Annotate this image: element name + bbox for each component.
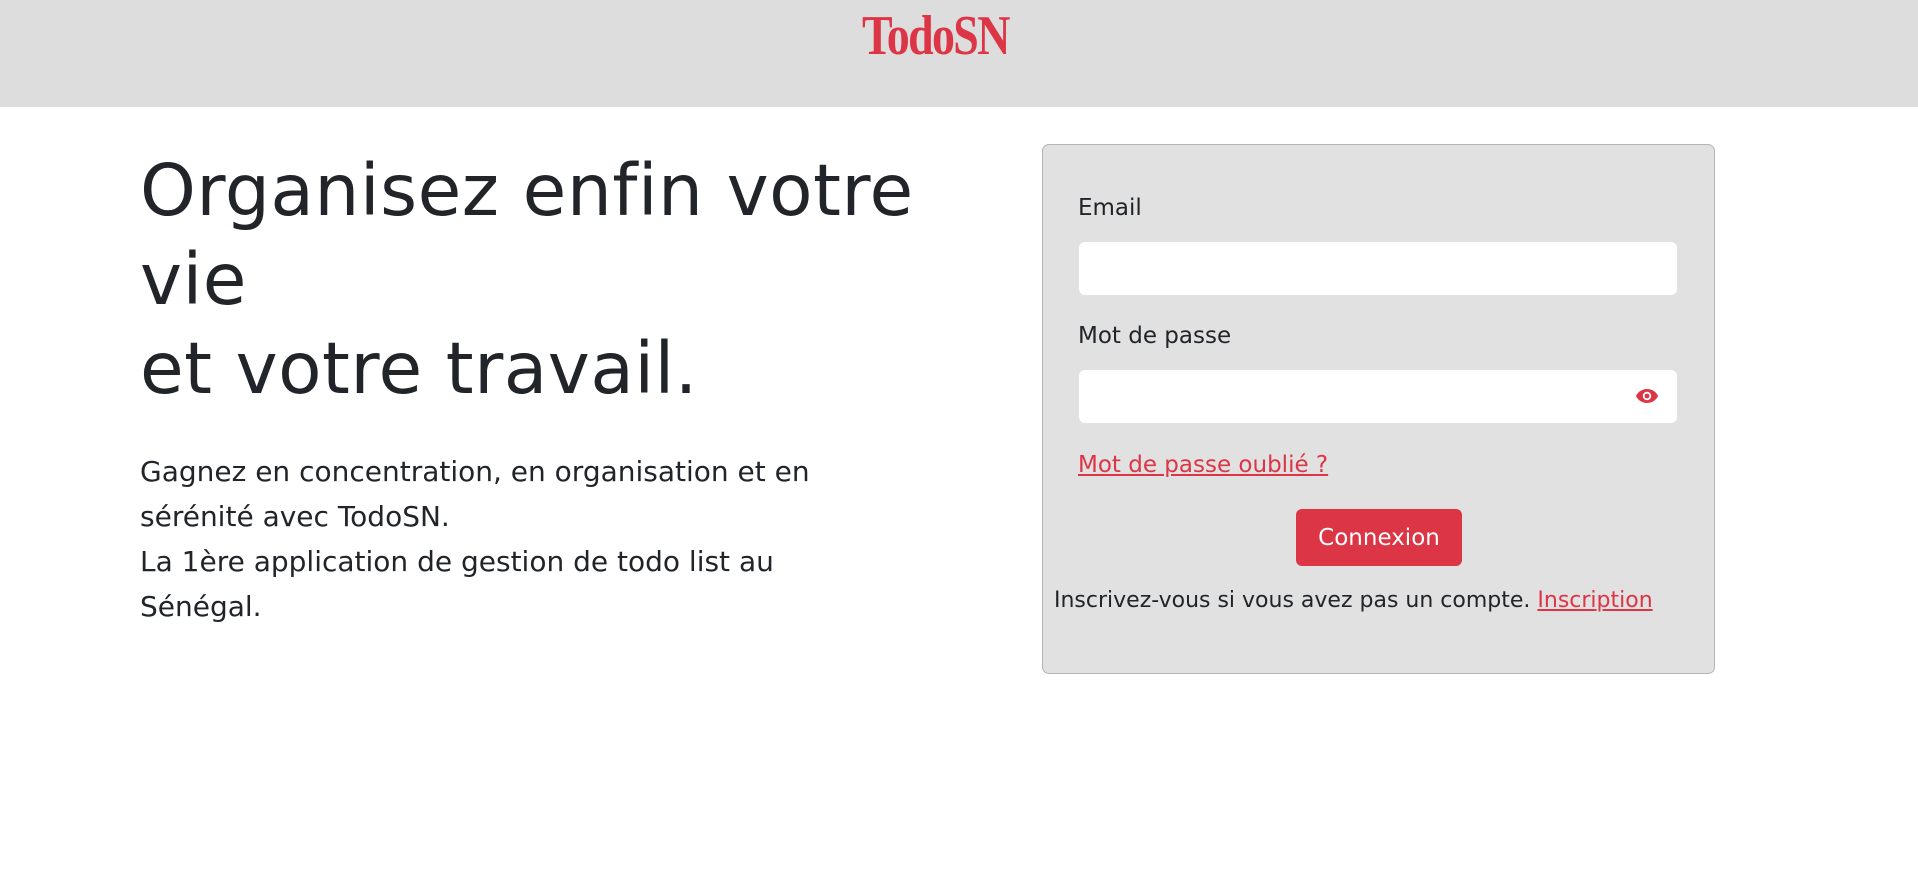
eye-icon[interactable] <box>1632 384 1662 408</box>
hero-title-line: vie <box>140 238 247 321</box>
hero-description-line: La 1ère application de gestion de todo l… <box>140 545 774 578</box>
hero-description: Gagnez en concentration, en organisation… <box>140 449 900 629</box>
eye-icon-graphic <box>1636 389 1658 403</box>
hero-title-line: et votre travail. <box>140 327 698 410</box>
signup-prompt: Inscrivez-vous si vous avez pas un compt… <box>1054 588 1706 613</box>
hero-description-line: sérénité avec TodoSN. <box>140 500 450 533</box>
signup-prompt-text: Inscrivez-vous si vous avez pas un compt… <box>1054 588 1531 613</box>
todosn-logo[interactable]: TodoSN <box>862 6 1010 66</box>
login-card: Email Mot de passe Mot de passe oublié ?… <box>1042 144 1715 674</box>
forgot-password-link[interactable]: Mot de passe oublié ? <box>1078 452 1328 478</box>
signup-link[interactable]: Inscription <box>1537 588 1652 613</box>
hero-description-line: Gagnez en concentration, en organisation… <box>140 455 810 488</box>
email-label: Email <box>1078 195 1142 221</box>
password-field[interactable] <box>1078 369 1678 424</box>
login-button[interactable]: Connexion <box>1296 509 1462 566</box>
hero-title-line: Organisez enfin votre <box>140 149 914 232</box>
hero-title: Organisez enfin votre vie et votre trava… <box>140 146 970 413</box>
top-header: TodoSN <box>0 0 1918 107</box>
hero-description-line: Sénégal. <box>140 590 262 623</box>
email-field[interactable] <box>1078 241 1678 296</box>
password-label: Mot de passe <box>1078 323 1232 349</box>
